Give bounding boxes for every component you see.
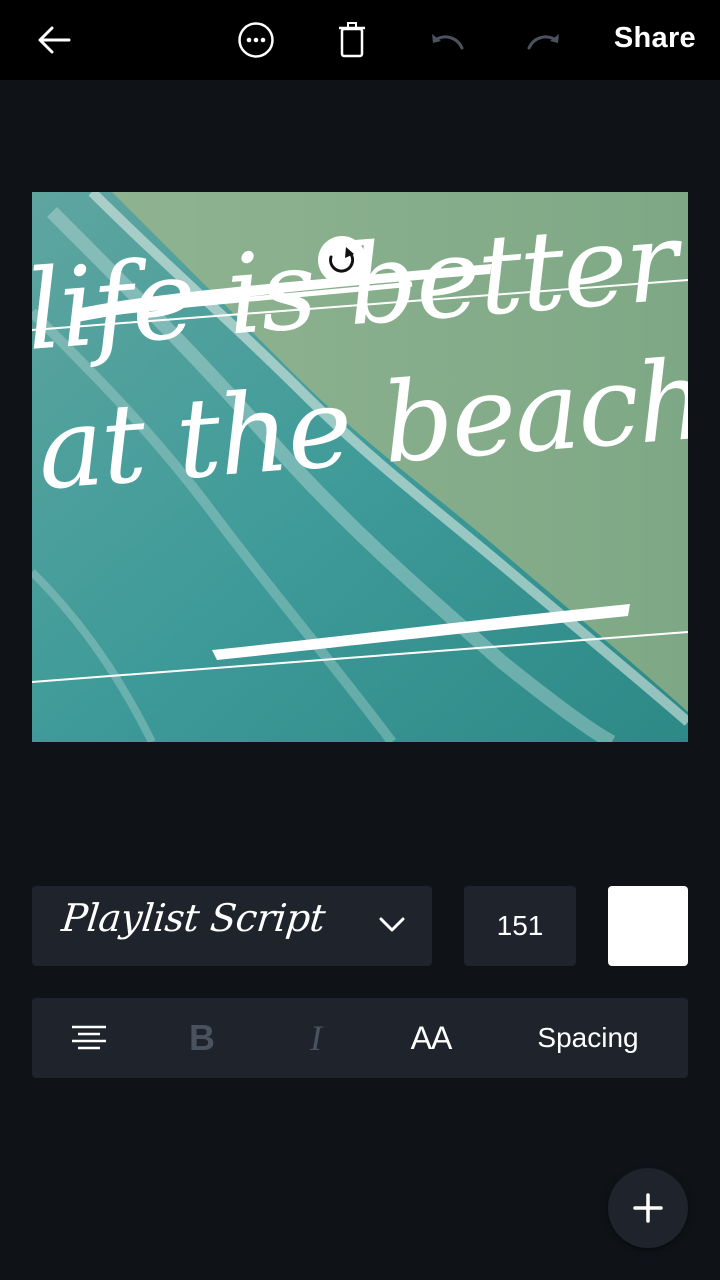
format-toolbar: B I AA Spacing bbox=[32, 998, 688, 1078]
plus-icon bbox=[633, 1193, 663, 1223]
undo-button[interactable] bbox=[421, 14, 473, 66]
spacing-button[interactable]: Spacing bbox=[522, 998, 654, 1078]
more-horizontal-circle-icon bbox=[238, 22, 274, 58]
back-button[interactable] bbox=[28, 14, 80, 66]
delete-button[interactable] bbox=[326, 14, 378, 66]
undo-icon bbox=[432, 34, 464, 50]
design-canvas[interactable]: life is better at the beach bbox=[32, 192, 688, 742]
redo-icon bbox=[527, 34, 559, 50]
text-case-button[interactable]: AA bbox=[398, 998, 464, 1078]
text-color-swatch[interactable] bbox=[608, 886, 688, 966]
align-button[interactable] bbox=[56, 998, 122, 1078]
italic-button[interactable]: I bbox=[286, 998, 346, 1078]
font-selector[interactable]: Playlist Script bbox=[32, 886, 432, 966]
trash-icon bbox=[339, 22, 365, 58]
rotate-handle[interactable] bbox=[318, 236, 366, 284]
share-button[interactable]: Share bbox=[614, 22, 696, 55]
chevron-down-icon bbox=[379, 917, 405, 932]
redo-button[interactable] bbox=[518, 14, 570, 66]
more-options-button[interactable] bbox=[230, 14, 282, 66]
bold-button[interactable]: B bbox=[172, 998, 232, 1078]
arrow-left-icon bbox=[38, 26, 71, 54]
add-button[interactable] bbox=[608, 1168, 688, 1248]
align-center-icon bbox=[72, 1025, 106, 1050]
font-size-field[interactable]: 151 bbox=[464, 886, 576, 966]
font-name-label: Playlist Script bbox=[59, 896, 328, 940]
top-toolbar: Share bbox=[0, 0, 720, 80]
